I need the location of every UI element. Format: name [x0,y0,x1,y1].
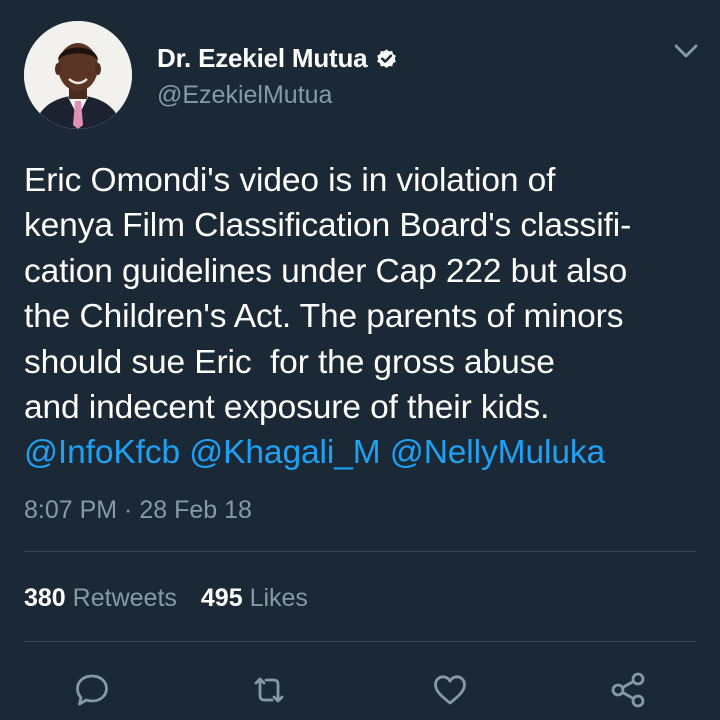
display-name[interactable]: Dr. Ezekiel Mutua [157,43,368,74]
like-icon[interactable] [428,668,472,712]
avatar[interactable] [24,21,132,129]
chevron-down-icon[interactable] [670,38,702,64]
mention-link[interactable]: @InfoKfcb [24,434,180,471]
retweets-count: 380 [24,584,66,612]
user-handle[interactable]: @EzekielMutua [157,81,332,110]
engagement-stats: 380 Retweets 495 Likes [24,584,308,613]
tweet-text-line: kenya Film Classification Board's classi… [24,207,632,245]
tweet-text-line: cation guidelines under Cap 222 but also [24,252,628,290]
likes-count: 495 [200,584,243,612]
tweet-text-line: the Children's Act. The parents of minor… [24,298,624,336]
retweets-label: Retweets [72,584,177,612]
author-name-row[interactable]: Dr. Ezekiel Mutua [157,43,398,74]
verified-badge-icon [375,47,398,70]
divider [24,641,696,642]
tweet-timestamp[interactable]: 8:07 PM · 28 Feb 18 [24,496,252,525]
mention-link[interactable]: @Khagali_M [189,434,380,471]
mention-link[interactable]: @NellyMuluka [390,434,605,471]
mentions-line: @InfoKfcb @Khagali_M @NellyMuluka [24,430,714,475]
divider [24,551,696,552]
tweet-text-line: should sue Eric for the gross abuse [24,343,555,381]
retweet-icon[interactable] [247,668,291,712]
share-icon[interactable] [606,668,650,712]
retweets-stat[interactable]: 380 Retweets [24,584,177,613]
likes-stat[interactable]: 495 Likes [201,584,308,613]
tweet-text-line: and indecent exposure of their kids. [24,389,550,427]
reply-icon[interactable] [70,668,114,712]
tweet-text-line: Eric Omondi's video is in violation of [24,162,556,199]
likes-label: Likes [249,584,308,612]
tweet-text: Eric Omondi's video is in violation of k… [24,158,714,476]
